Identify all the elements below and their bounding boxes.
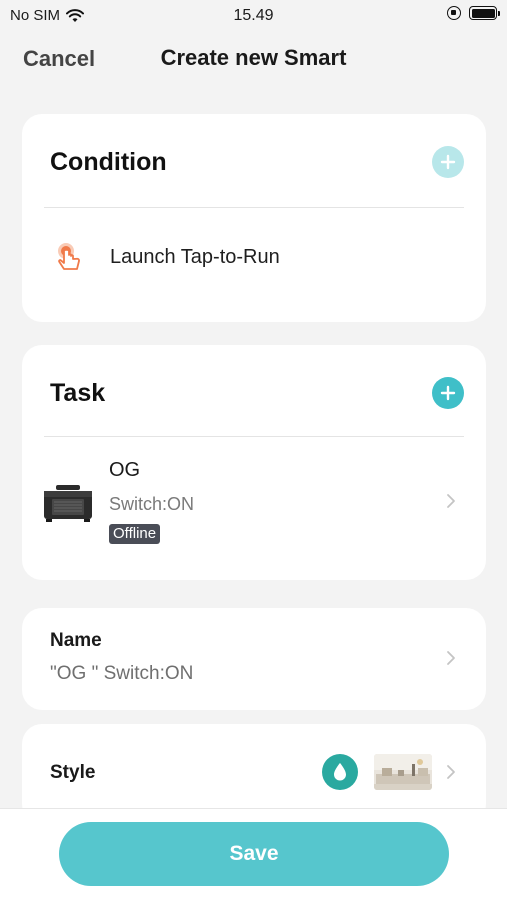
condition-card: Condition Launch Tap-to-Run bbox=[22, 114, 486, 322]
tap-hand-icon bbox=[58, 243, 80, 270]
battery-icon bbox=[469, 6, 500, 20]
task-item-device[interactable]: OG Switch:ON Offline bbox=[22, 455, 486, 555]
device-image bbox=[44, 485, 92, 522]
nav-bar: Cancel Create new Smart bbox=[0, 38, 507, 80]
bottom-bar: Save bbox=[0, 808, 507, 900]
task-card: Task OG Switch:ON Offline bbox=[22, 345, 486, 580]
status-time: 15.49 bbox=[233, 7, 274, 24]
chevron-right-icon bbox=[447, 494, 455, 508]
plus-icon bbox=[440, 385, 456, 401]
add-task-button[interactable] bbox=[432, 377, 464, 409]
device-name: OG bbox=[109, 459, 141, 481]
style-color-swatch[interactable] bbox=[322, 754, 358, 790]
page-title: Create new Smart bbox=[160, 45, 347, 70]
condition-divider bbox=[44, 207, 464, 208]
save-button[interactable]: Save bbox=[59, 822, 449, 886]
condition-header: Condition bbox=[50, 148, 167, 176]
style-label: Style bbox=[50, 762, 96, 783]
task-divider bbox=[44, 436, 464, 437]
device-action: Switch:ON bbox=[109, 494, 195, 514]
status-bar: No SIM 15.49 bbox=[0, 0, 507, 32]
status-right bbox=[447, 6, 500, 20]
condition-item-label: Launch Tap-to-Run bbox=[110, 245, 280, 268]
water-drop-icon bbox=[334, 763, 346, 781]
name-label: Name bbox=[50, 630, 102, 651]
task-header: Task bbox=[50, 379, 106, 407]
chevron-right-icon bbox=[447, 651, 455, 665]
chevron-right-icon bbox=[447, 765, 455, 779]
condition-item-tap-to-run[interactable]: Launch Tap-to-Run bbox=[44, 232, 464, 282]
name-value: "OG " Switch:ON bbox=[50, 663, 194, 684]
orientation-lock-icon bbox=[447, 6, 461, 20]
status-badge: Offline bbox=[109, 524, 161, 544]
add-condition-button[interactable] bbox=[432, 146, 464, 178]
style-background-thumbnail[interactable] bbox=[374, 754, 432, 790]
plus-icon bbox=[440, 154, 456, 170]
name-row[interactable]: Name "OG " Switch:ON bbox=[22, 608, 486, 710]
